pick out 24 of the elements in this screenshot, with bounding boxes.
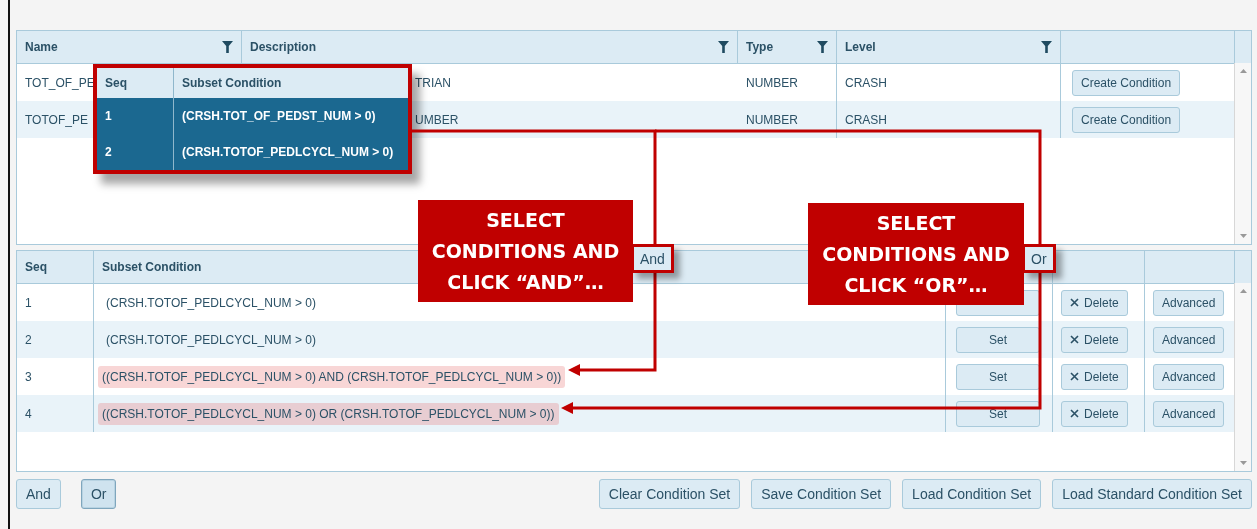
table-cell: 2 bbox=[105, 145, 112, 159]
callout-tooltip: SELECT CONDITIONS AND CLICK “AND”… bbox=[418, 200, 633, 302]
table-cell: CRASH bbox=[845, 75, 887, 90]
table-cell: 1 bbox=[105, 109, 112, 123]
table-cell: TOTOF_PE bbox=[25, 112, 88, 127]
condition-text: ((CRSH.TOTOF_PEDLCYCL_NUM > 0) AND (CRSH.TOTOF_PEDLCYCL_NUM > 0)) bbox=[98, 365, 566, 388]
table-cell: 1 bbox=[25, 295, 32, 310]
table-cell: (CRSH.TOT_OF_PEDST_NUM > 0) bbox=[182, 109, 376, 123]
table-cell: CRASH bbox=[845, 112, 887, 127]
table-cell: TOT_OF_PE bbox=[25, 75, 95, 90]
table-cell: (CRSH.TOTOF_PEDLCYCL_NUM > 0) bbox=[182, 145, 394, 159]
table-cell: 3 bbox=[25, 369, 32, 384]
table-cell: 4 bbox=[25, 406, 32, 421]
table-cell: TRIAN bbox=[415, 75, 451, 90]
table-cell: NUMBER bbox=[746, 75, 798, 90]
column-header: Seq bbox=[105, 76, 127, 90]
callout-tooltip: SELECT CONDITIONS AND CLICK “OR”… bbox=[808, 203, 1024, 305]
condition-text: (CRSH.TOTOF_PEDLCYCL_NUM > 0) bbox=[105, 331, 317, 349]
column-header: Subset Condition bbox=[182, 76, 282, 90]
table-cell: NUMBER bbox=[746, 112, 798, 127]
table-cell: UMBER bbox=[415, 112, 459, 127]
table-cell: 2 bbox=[25, 332, 32, 347]
condition-text: ((CRSH.TOTOF_PEDLCYCL_NUM > 0) OR (CRSH.TOTOF_PEDLCYCL_NUM > 0)) bbox=[98, 402, 559, 425]
condition-text: (CRSH.TOTOF_PEDLCYCL_NUM > 0) bbox=[105, 294, 317, 312]
